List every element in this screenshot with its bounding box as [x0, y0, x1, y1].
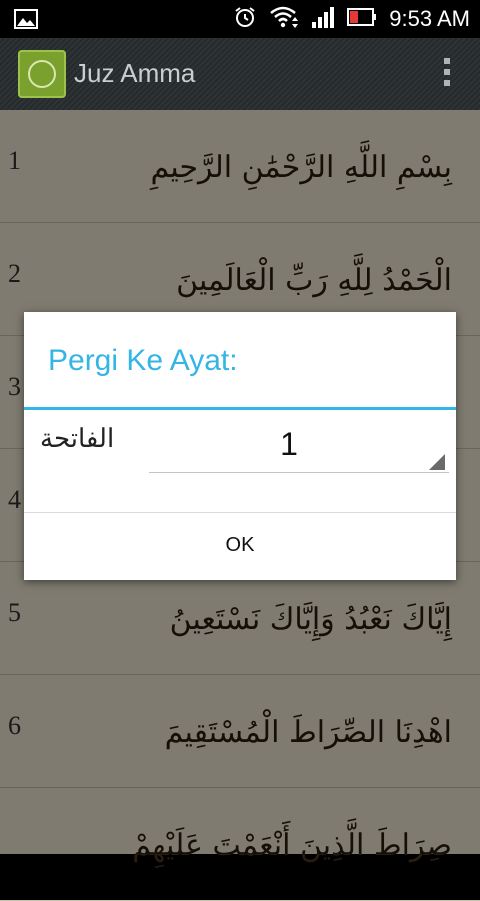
dialog-divider [24, 407, 456, 410]
overflow-menu-icon[interactable] [442, 58, 452, 92]
action-bar: Juz Amma [0, 38, 480, 110]
status-bar: 9:53 AM [0, 0, 480, 38]
alarm-icon [233, 5, 257, 33]
ayat-spinner[interactable]: 1 [149, 416, 449, 473]
app-icon[interactable] [18, 50, 66, 98]
ok-button[interactable]: OK [24, 512, 456, 581]
signal-icon [311, 5, 335, 33]
app-title: Juz Amma [74, 58, 196, 88]
dialog-title: Pergi Ke Ayat: [48, 344, 238, 377]
goto-ayat-dialog: Pergi Ke Ayat: الفاتحة 1 OK [24, 312, 456, 580]
ayat-spinner-value: 1 [280, 426, 298, 462]
surah-name: الفاتحة [40, 424, 115, 454]
wifi-icon [269, 5, 299, 33]
spinner-arrow-icon [429, 454, 445, 470]
battery-icon [347, 7, 377, 31]
image-icon [14, 9, 38, 33]
status-time: 9:53 AM [389, 6, 470, 31]
